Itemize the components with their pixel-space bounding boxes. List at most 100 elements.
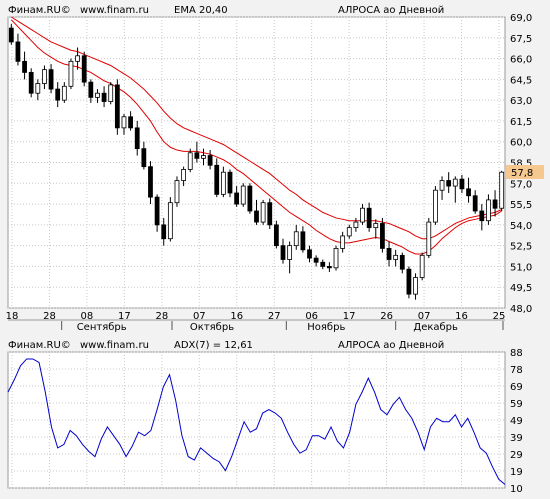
candle-body — [433, 189, 438, 223]
candle-body — [459, 178, 465, 190]
candle-body — [68, 60, 74, 87]
candle-body — [373, 223, 379, 229]
month-label: Октябрь — [190, 322, 234, 333]
candle-body — [280, 245, 286, 260]
price-y-tick: 69,0 — [510, 13, 532, 24]
candle-body — [81, 55, 87, 83]
candle-body — [114, 84, 120, 129]
candle-body — [220, 171, 226, 195]
candle-body — [466, 188, 471, 197]
adx-y-tick: 78 — [510, 365, 523, 376]
candle-body — [214, 164, 220, 195]
candle-body — [293, 231, 299, 247]
price-y-tick: 57,0 — [510, 179, 532, 190]
candle-body — [88, 81, 94, 98]
candle-body — [161, 224, 167, 240]
candle-body — [479, 210, 485, 222]
chart-window: 69,0 67,5 66,0 64,5 63,0 61,5 60,0 58,5 57,0 55,5… — [0, 0, 550, 499]
candle-body — [181, 169, 186, 181]
candle-body — [333, 248, 339, 269]
price-y-tick: 49,5 — [510, 283, 532, 294]
candle-body — [452, 178, 458, 187]
adx-y-axis: 88 78 69 59 49 39 29 19 10 — [510, 348, 523, 495]
candle-body — [95, 92, 100, 98]
bottom-site-label: www.finam.ru — [80, 340, 149, 351]
candle-body — [121, 116, 127, 129]
adx-y-tick: 19 — [510, 467, 523, 478]
top-source-label: Финам.RU© — [8, 5, 71, 16]
candle-body — [42, 69, 47, 84]
candle-body — [108, 84, 114, 102]
candle-body — [399, 254, 405, 270]
candle-body — [273, 224, 279, 247]
candle-body — [28, 72, 34, 94]
candle-body — [327, 266, 332, 269]
candle-body — [499, 171, 505, 209]
candle-body — [386, 248, 392, 260]
price-y-tick: 60,0 — [510, 138, 532, 149]
adx-plot-area — [7, 351, 506, 489]
chart-svg: 69,067,566,064,563,061,560,058,557,055,5… — [6, 5, 544, 495]
price-y-tick: 66,0 — [510, 55, 532, 66]
price-y-tick: 54,0 — [510, 221, 532, 232]
price-y-tick: 61,5 — [510, 117, 532, 128]
price-y-tick: 51,0 — [510, 262, 532, 273]
month-axis: Сентябрь Октябрь Ноябрь Декабрь — [8, 319, 505, 333]
candle-body — [340, 235, 346, 249]
candle-body — [406, 268, 412, 295]
price-y-axis: 69,067,566,064,563,061,560,058,557,055,5… — [510, 13, 532, 315]
candle-body — [75, 55, 80, 62]
bottom-source-label: Финам.RU© — [8, 340, 71, 351]
candle-body — [426, 221, 432, 256]
top-site-label: www.finam.ru — [80, 5, 149, 16]
adx-y-tick: 39 — [510, 433, 523, 444]
candle-body — [101, 92, 107, 102]
price-y-tick: 52,5 — [510, 242, 532, 253]
candle-body — [174, 180, 180, 204]
candle-body — [380, 223, 385, 249]
candle-body — [267, 202, 273, 226]
adx-indicator-label: ADX(7) = 12,61 — [174, 340, 253, 351]
candle-body — [167, 202, 173, 240]
candle-body — [55, 88, 61, 101]
adx-y-tick: 49 — [510, 416, 523, 427]
price-y-tick: 67,5 — [510, 34, 532, 45]
adx-y-tick: 29 — [510, 450, 523, 461]
month-label: Декабрь — [413, 322, 458, 333]
candle-body — [207, 155, 213, 166]
ema-indicator-label: EMA 20,40 — [174, 5, 228, 16]
last-price-label: 57,8 — [511, 168, 533, 179]
adx-y-tick: 10 — [510, 484, 523, 495]
candle-body — [128, 116, 133, 129]
candle-body — [486, 199, 491, 222]
price-y-tick: 64,5 — [510, 75, 532, 86]
price-y-tick: 63,0 — [510, 96, 532, 107]
candle-body — [446, 180, 452, 187]
candle-body — [346, 227, 352, 237]
candle-body — [154, 196, 160, 226]
candle-body — [360, 207, 365, 223]
price-y-tick: 55,5 — [510, 200, 532, 211]
bottom-instrument-label: АЛРОСА ао Дневной — [338, 340, 444, 351]
candle-body — [227, 171, 233, 194]
month-label: Сентябрь — [77, 322, 127, 333]
candle-body — [240, 185, 246, 205]
top-instrument-label: АЛРОСА ао Дневной — [338, 5, 444, 16]
candle-body — [35, 83, 41, 94]
candle-body — [8, 27, 14, 43]
candle-body — [15, 41, 21, 62]
candle-body — [260, 202, 266, 223]
candle-body — [148, 166, 153, 198]
candle-body — [254, 210, 259, 223]
candle-body — [439, 180, 445, 191]
candle-body — [22, 60, 27, 73]
candle-body — [472, 195, 478, 212]
candle-body — [492, 199, 498, 209]
candle-body — [419, 254, 425, 278]
candle-body — [393, 254, 399, 260]
candle-body — [300, 231, 306, 251]
candle-body — [48, 69, 54, 90]
candle-body — [320, 261, 326, 267]
candle-body — [141, 148, 147, 168]
candle-body — [307, 249, 312, 259]
